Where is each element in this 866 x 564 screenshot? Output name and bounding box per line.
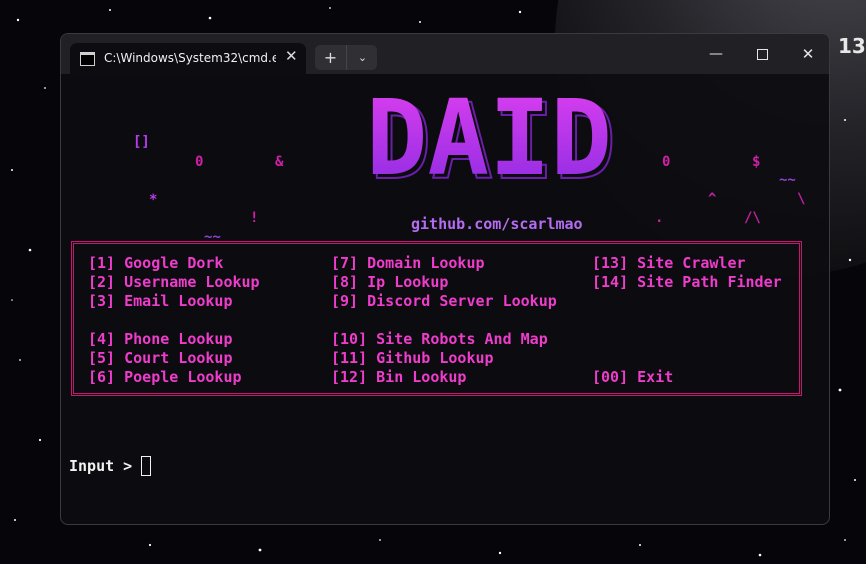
ascii-art-symbol: []: [133, 134, 150, 150]
minimize-button[interactable]: —: [693, 34, 739, 74]
menu-item-site-crawler: [13] Site Crawler: [592, 254, 746, 272]
ascii-art-symbol: &: [275, 154, 284, 170]
input-prompt: Input >: [69, 457, 133, 475]
tab-close-button[interactable]: ✕: [285, 47, 298, 65]
tab-cmd[interactable]: C:\Windows\System32\cmd.e ✕: [70, 43, 306, 74]
ascii-art-symbol: ^: [708, 191, 717, 207]
menu-item-username-lookup: [2] Username Lookup: [88, 273, 260, 291]
menu-item-exit: [00] Exit: [592, 368, 674, 386]
new-tab-group: + ⌄: [315, 45, 377, 70]
menu-item-court-lookup: [5] Court Lookup: [88, 349, 233, 367]
menu-box: [1] Google Dork [2] Username Lookup [3] …: [71, 241, 802, 396]
menu-item-people-lookup: [6] Poeple Lookup: [88, 368, 242, 386]
terminal-window: C:\Windows\System32\cmd.e ✕ + ⌄ — ✕ [] 0…: [60, 33, 830, 525]
menu-item-google-dork: [1] Google Dork: [88, 254, 224, 272]
desktop-clock-fragment: 13: [838, 34, 866, 58]
menu-item-bin-lookup: [12] Bin Lookup: [331, 368, 467, 386]
menu-item-github-lookup: [11] Github Lookup: [331, 349, 494, 367]
ascii-art-symbol: .: [655, 210, 664, 226]
logo-text: DAID: [366, 96, 612, 186]
menu-item-phone-lookup: [4] Phone Lookup: [88, 330, 233, 348]
ascii-art-symbol: *: [149, 192, 158, 208]
maximize-button[interactable]: [739, 34, 785, 74]
cmd-icon: [80, 52, 95, 66]
menu-item-discord-server-lookup: [9] Discord Server Lookup: [331, 292, 557, 310]
ascii-art-symbol: /\: [744, 210, 761, 226]
new-tab-button[interactable]: +: [315, 45, 346, 70]
menu-item-ip-lookup: [8] Ip Lookup: [331, 273, 449, 291]
tab-title: C:\Windows\System32\cmd.e: [104, 51, 276, 65]
menu-item-email-lookup: [3] Email Lookup: [88, 292, 233, 310]
console-output[interactable]: [] 0 & * ! ~~ 0 $ ~~ ^ \ /\ . DAID DAID …: [61, 74, 829, 524]
ascii-art-symbol: 0: [195, 154, 204, 170]
ascii-art-symbol: $: [752, 154, 761, 170]
title-bar[interactable]: C:\Windows\System32\cmd.e ✕ + ⌄ — ✕: [61, 34, 829, 74]
menu-item-site-robots: [10] Site Robots And Map: [331, 330, 548, 348]
ascii-art-symbol: \: [797, 191, 806, 207]
menu-item-site-path-finder: [14] Site Path Finder: [592, 273, 782, 291]
menu-item-domain-lookup: [7] Domain Lookup: [331, 254, 485, 272]
text-cursor[interactable]: [141, 456, 151, 476]
github-link: github.com/scarlmao: [411, 215, 583, 233]
ascii-art-symbol: ~~: [779, 172, 796, 188]
ascii-art-symbol: !: [250, 210, 259, 226]
daid-logo: DAID DAID: [366, 96, 617, 186]
ascii-art-symbol: 0: [662, 154, 671, 170]
maximize-icon: [756, 49, 768, 60]
tab-dropdown-button[interactable]: ⌄: [346, 45, 378, 70]
close-button[interactable]: ✕: [785, 34, 829, 74]
